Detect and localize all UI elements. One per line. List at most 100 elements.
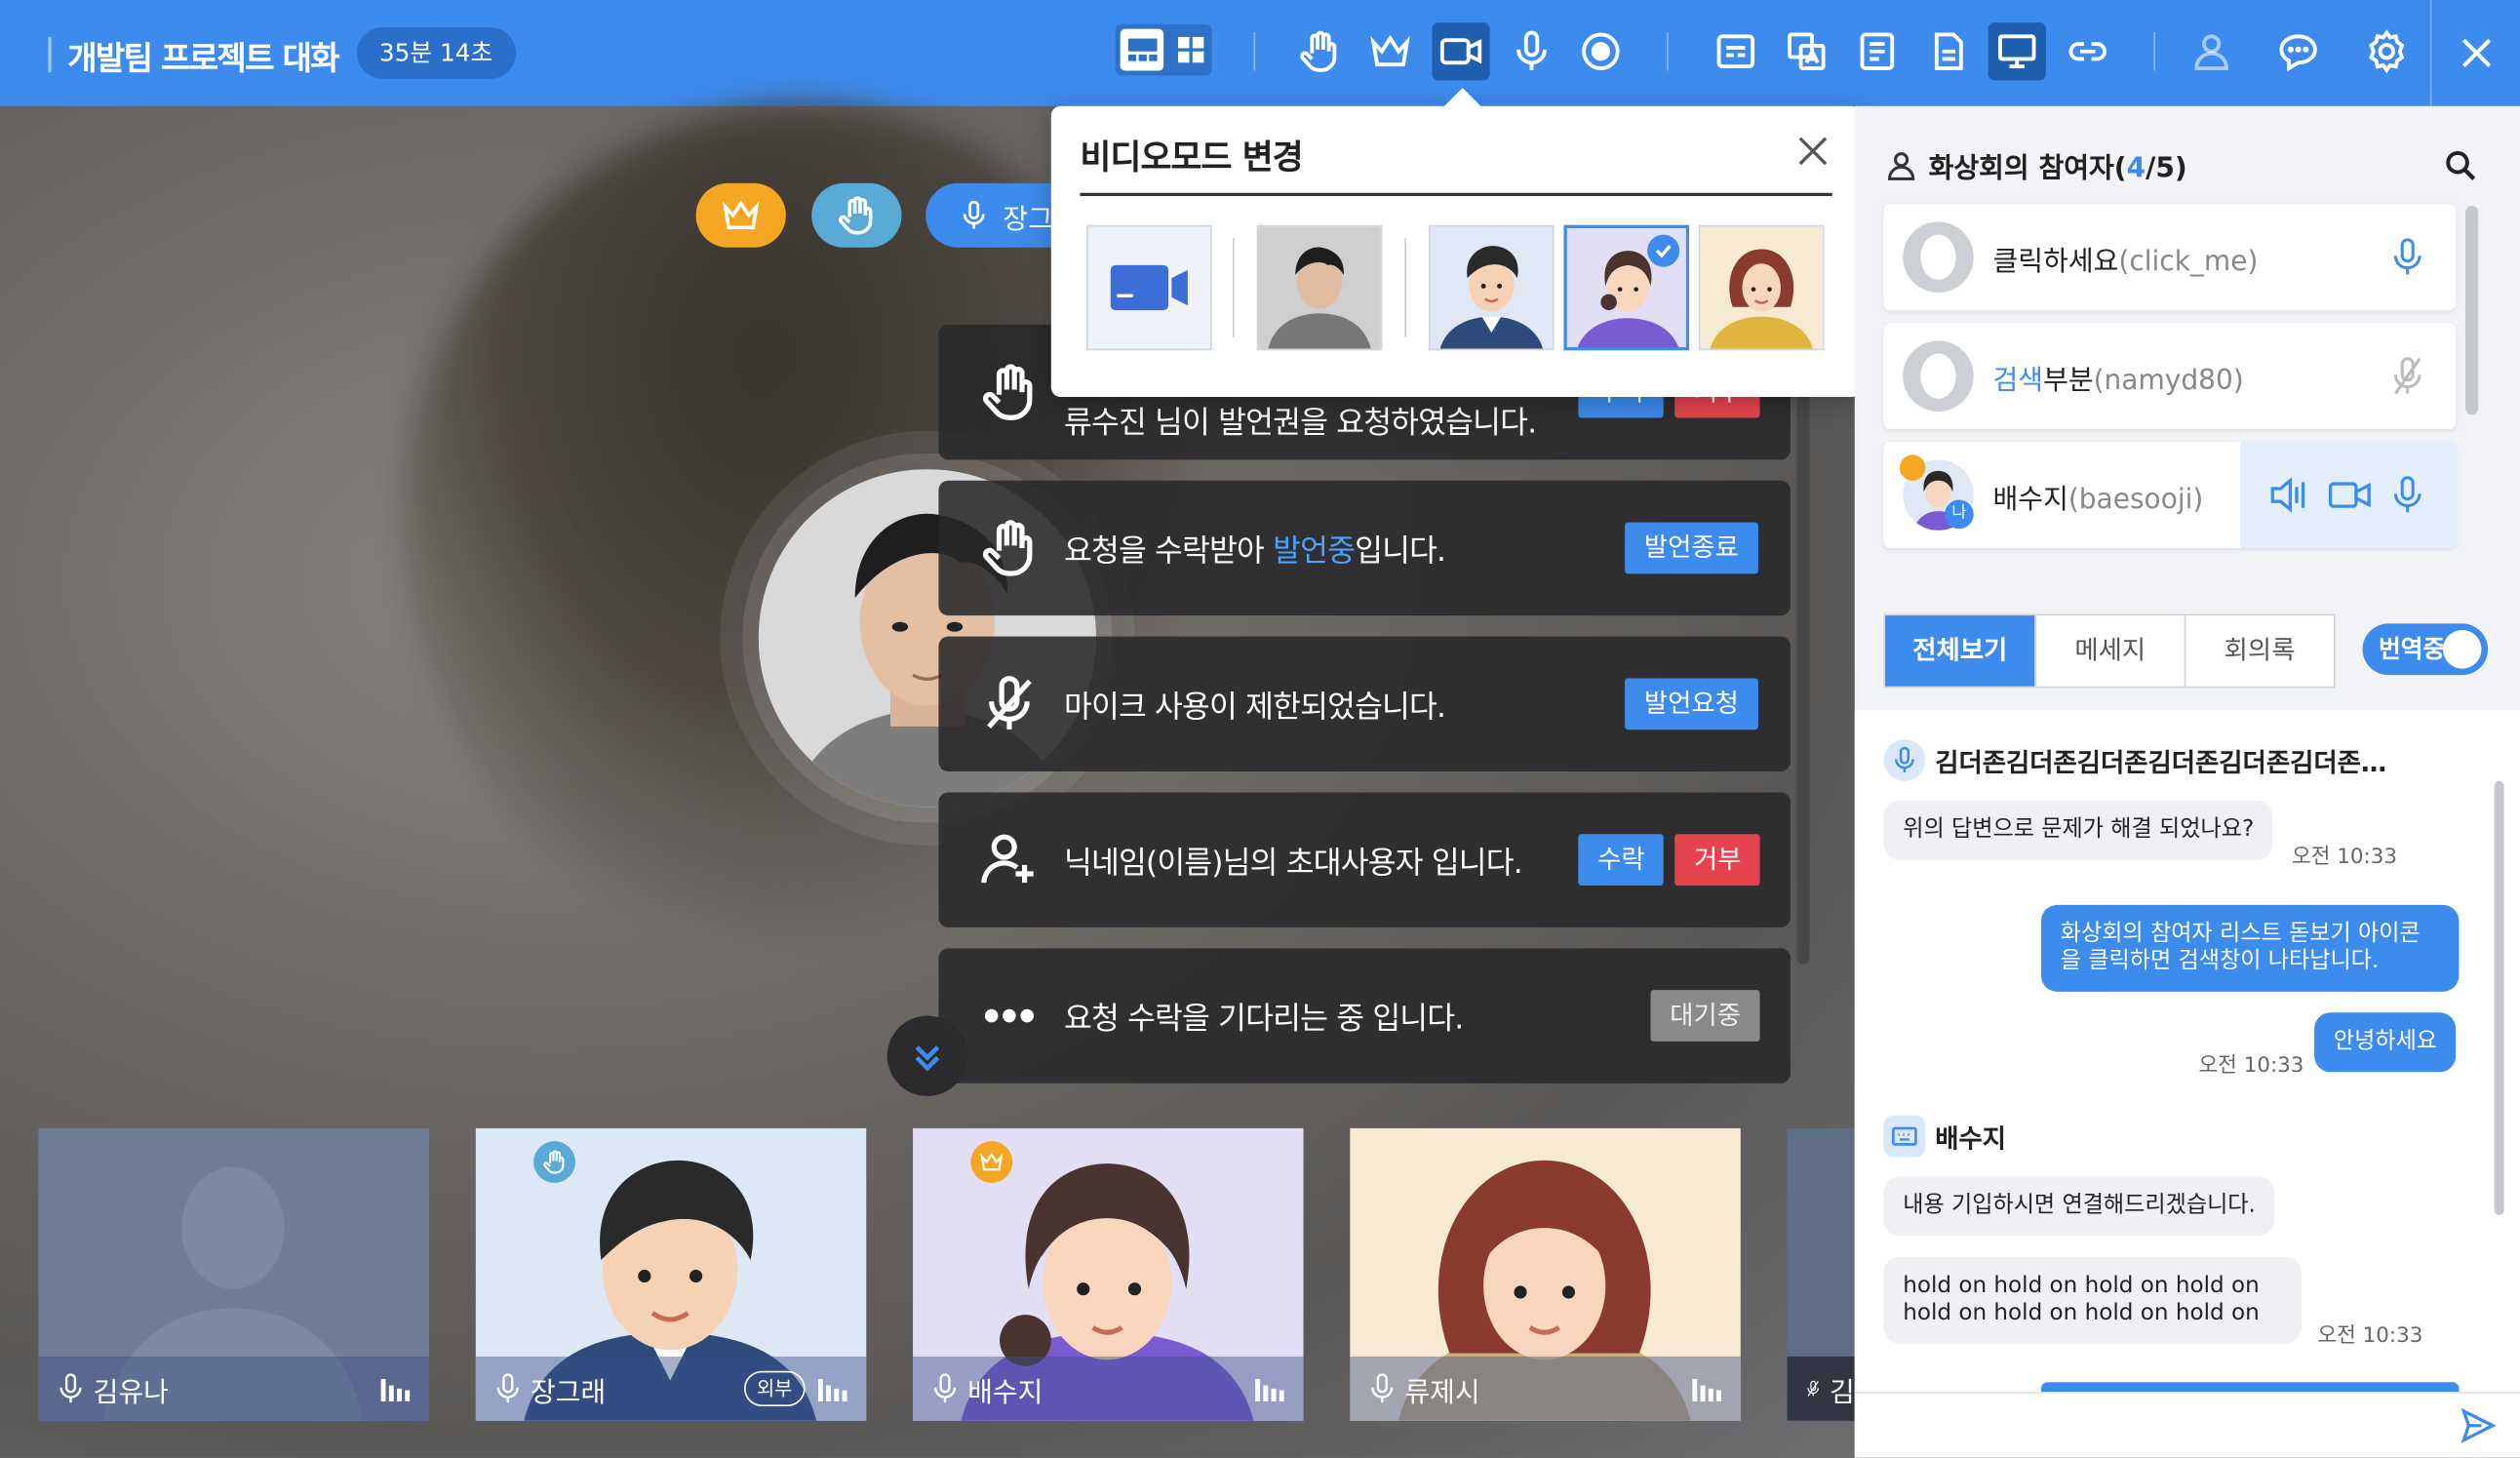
add-user-icon [974, 821, 1045, 898]
layout-toggle[interactable] [1115, 23, 1212, 76]
keyboard-icon [1883, 1115, 1926, 1158]
close-window-icon[interactable] [2429, 0, 2520, 106]
link-icon[interactable] [2059, 22, 2116, 80]
video-option-avatar-female-2[interactable] [1698, 224, 1825, 351]
audio-level-icon [1692, 1378, 1722, 1402]
participant-thumbnail[interactable]: 김 [1787, 1127, 1855, 1421]
thumbnail-name: 류제시 [1404, 1376, 1480, 1409]
right-panel: 화상회의 참여자(4/5) 클릭하세요(click_me) 검색부분(namyd… [1854, 105, 2520, 1458]
video-option-avatar-male[interactable] [1429, 224, 1555, 351]
popup-divider [1080, 192, 1832, 197]
thumbnail-name-bar: 장그래 외부 [475, 1356, 867, 1421]
toolbar-divider [1253, 31, 1256, 71]
video-camera-icon[interactable] [1432, 22, 1490, 81]
microphone-icon [963, 200, 985, 229]
document-icon[interactable] [1848, 22, 1906, 80]
notice-scrollbar[interactable] [1796, 329, 1810, 965]
notice-text: 닉네임(이름)님의 초대사용자 입니다. [1063, 845, 1523, 882]
microphone-icon[interactable] [2391, 236, 2423, 278]
layout-speaker-icon[interactable] [1120, 28, 1164, 71]
audio-level-icon [817, 1378, 847, 1402]
chat-message-in: 내용 기입하시면 연결해드리겠습니다. [1883, 1176, 2275, 1237]
microphone-icon [933, 1373, 957, 1403]
video-option-avatar-female-selected[interactable] [1563, 224, 1690, 351]
option-divider [1404, 237, 1406, 338]
raise-hand-icon[interactable] [1290, 22, 1348, 80]
microphone-icon[interactable] [2391, 474, 2423, 516]
elapsed-time-badge: 35분 14초 [356, 27, 516, 79]
send-icon[interactable] [2459, 1406, 2498, 1445]
crown-icon[interactable] [1361, 22, 1419, 80]
tab-messages[interactable]: 메세지 [2034, 615, 2185, 687]
participant-thumbnail[interactable]: 장그래 외부 [475, 1127, 867, 1421]
participant-thumbnail[interactable]: 배수지 [913, 1127, 1304, 1421]
microphone-icon [496, 1373, 519, 1403]
participant-card[interactable]: 클릭하세요(click_me) [1883, 204, 2457, 311]
video-option-camera[interactable] [1086, 224, 1212, 351]
camera-icon [1110, 264, 1188, 311]
photo-thumbnail [1258, 226, 1381, 349]
note-icon[interactable] [1919, 22, 1977, 80]
mic-off-icon [974, 665, 1045, 742]
toolbar-divider [2153, 31, 2155, 71]
avatar [1903, 340, 1974, 412]
search-icon[interactable] [2443, 148, 2478, 190]
end-speaking-button[interactable]: 발언종료 [1625, 522, 1758, 574]
avatar [1903, 221, 1974, 293]
participant-card[interactable]: 검색부분(namyd80) [1883, 323, 2457, 430]
layout-grid-icon[interactable] [1168, 24, 1211, 76]
close-icon[interactable] [1793, 132, 1832, 171]
chat-input-bar[interactable] [1854, 1392, 2520, 1458]
mic-off-icon[interactable] [2391, 355, 2423, 397]
translate-icon[interactable] [1778, 22, 1835, 80]
panel-tabs: 전체보기 메세지 회의록 [1883, 613, 2336, 689]
video-camera-icon[interactable] [2327, 476, 2372, 515]
participant-thumbnail[interactable]: 김유나 [38, 1127, 430, 1421]
microphone-icon[interactable] [1503, 22, 1560, 80]
caption-icon[interactable] [1707, 22, 1764, 80]
participant-name: 클릭하세요(click_me) [1992, 246, 2259, 279]
thumbnail-name: 김 [1830, 1376, 1855, 1409]
notice-text: 요청을 수락받아 발언중입니다. [1063, 533, 1446, 570]
audio-level-icon [380, 1378, 411, 1402]
chat-time: 오전 10:33 [2292, 845, 2398, 870]
screen-share-icon[interactable] [1988, 22, 2046, 81]
participant-thumbnail[interactable]: 류제시 [1350, 1127, 1741, 1421]
chat-icon[interactable] [2269, 22, 2327, 80]
crown-icon [722, 200, 760, 230]
scroll-down-button[interactable] [886, 1015, 968, 1096]
speaker-volume-icon[interactable] [2269, 476, 2311, 515]
tab-minutes[interactable]: 회의록 [2184, 615, 2334, 687]
notice-text: 마이크 사용이 제한되었습니다. [1063, 689, 1446, 726]
thumbnail-name-bar: 김 [1787, 1356, 1855, 1421]
toggle-knob [2442, 630, 2482, 669]
host-crown-chip[interactable] [695, 182, 786, 248]
reject-button[interactable]: 거부 [1674, 834, 1761, 887]
request-speak-button[interactable]: 발언요청 [1625, 678, 1758, 730]
notice-text: 요청 수락을 기다리는 중 입니다. [1063, 1001, 1464, 1037]
raise-hand-chip[interactable] [811, 182, 902, 248]
mic-off-icon [1807, 1380, 1820, 1397]
participants-scrollbar[interactable] [2465, 205, 2479, 415]
notice-waiting: 요청 수락을 기다리는 중 입니다. 대기중 [938, 948, 1791, 1084]
chat-message-in: hold on hold on hold on hold on hold on … [1883, 1256, 2302, 1344]
participants-icon[interactable] [2183, 22, 2240, 80]
video-option-photo[interactable] [1256, 224, 1383, 351]
participants-title: 화상회의 참여자(4/5) [1928, 152, 2187, 185]
thumbnail-name-bar: 배수지 [913, 1356, 1304, 1421]
meeting-title: 개발팀 프로젝트 대화 [67, 38, 339, 78]
translate-toggle[interactable]: 번역중 [2362, 623, 2489, 676]
tab-all[interactable]: 전체보기 [1885, 615, 2035, 687]
video-mode-popup: 비디오모드 변경 [1050, 105, 1862, 398]
settings-gear-icon[interactable] [2358, 22, 2416, 80]
participant-card-self[interactable]: 나 배수지(baesooji) [1883, 442, 2457, 548]
record-icon[interactable] [1572, 22, 1630, 80]
participant-name: 검색부분(namyd80) [1992, 365, 2244, 398]
accept-button[interactable]: 수락 [1578, 834, 1665, 887]
hand-icon [974, 354, 1045, 431]
hand-raised-badge [533, 1141, 575, 1183]
avatar-female-2 [1700, 226, 1823, 349]
waiting-button[interactable]: 대기중 [1650, 990, 1760, 1042]
person-icon [1887, 151, 1915, 180]
chat-scrollbar[interactable] [2494, 780, 2504, 1215]
